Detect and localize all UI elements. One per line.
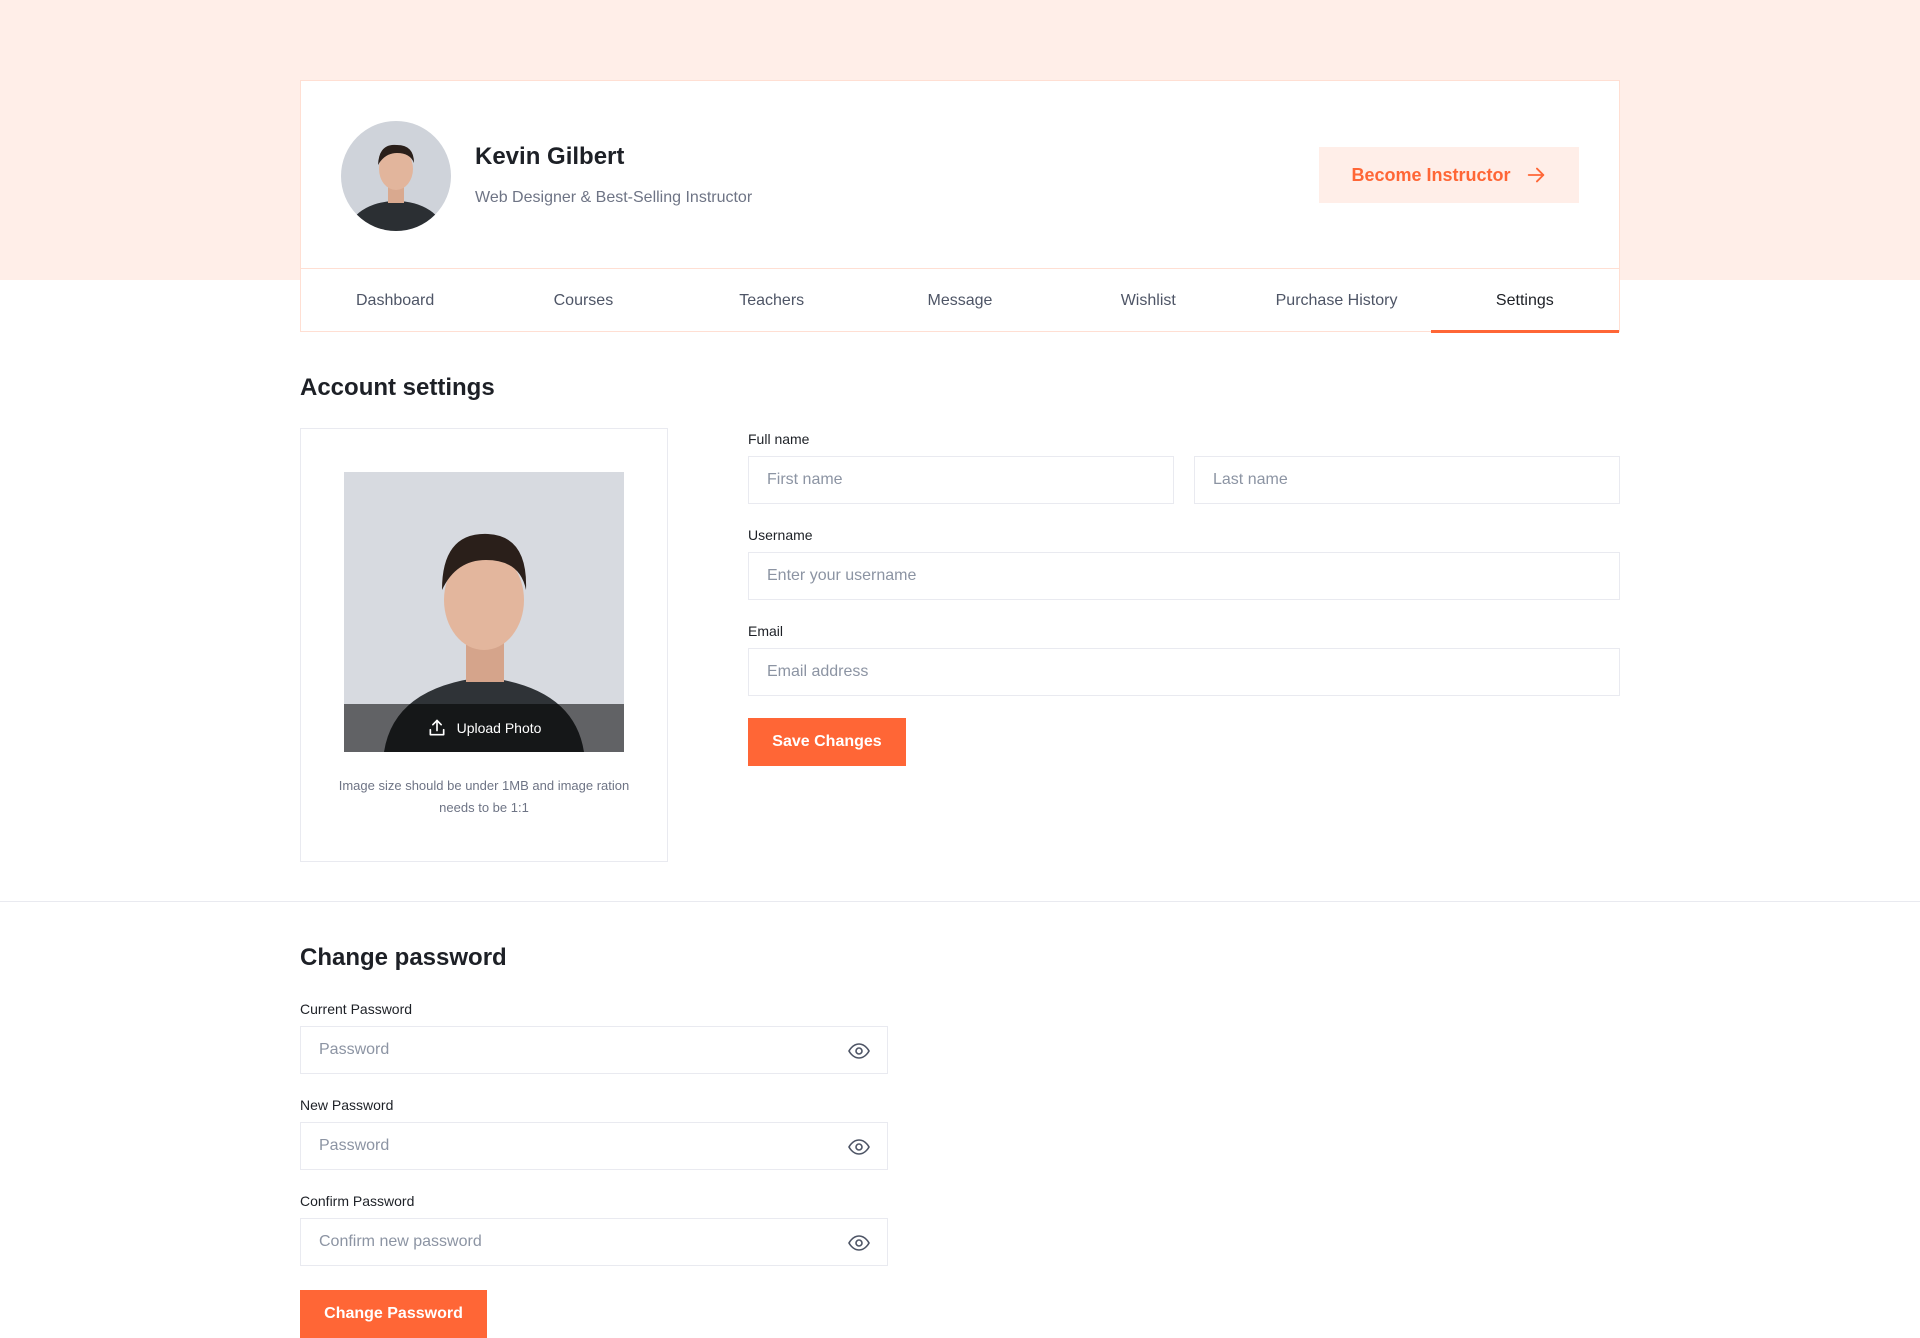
first-name-input[interactable] xyxy=(749,457,1173,503)
tab-settings[interactable]: Settings xyxy=(1430,269,1620,333)
tab-dashboard[interactable]: Dashboard xyxy=(301,269,489,332)
new-password-label: New Password xyxy=(300,1097,394,1113)
eye-icon[interactable] xyxy=(847,1231,871,1255)
first-name-field-wrapper xyxy=(748,456,1174,504)
tab-courses[interactable]: Courses xyxy=(489,269,677,332)
username-field-wrapper xyxy=(748,552,1620,600)
section-divider xyxy=(0,901,1920,902)
profile-tabs: Dashboard Courses Teachers Message Wishl… xyxy=(301,269,1620,333)
account-settings-title: Account settings xyxy=(300,374,495,401)
photo-card: Upload Photo Image size should be under … xyxy=(300,428,668,862)
eye-icon[interactable] xyxy=(847,1135,871,1159)
tab-message[interactable]: Message xyxy=(866,269,1054,332)
new-password-input[interactable] xyxy=(301,1123,887,1169)
tab-purchase-history[interactable]: Purchase History xyxy=(1242,269,1430,332)
full-name-label: Full name xyxy=(748,431,810,447)
profile-role: Web Designer & Best-Selling Instructor xyxy=(475,189,753,206)
email-field-wrapper xyxy=(748,648,1620,696)
new-password-field-wrapper xyxy=(300,1122,888,1170)
save-changes-button[interactable]: Save Changes xyxy=(748,718,906,766)
arrow-right-icon xyxy=(1525,164,1547,186)
profile-card: Kevin Gilbert Web Designer & Best-Sellin… xyxy=(300,80,1620,333)
confirm-password-field-wrapper xyxy=(300,1218,888,1266)
upload-photo-label: Upload Photo xyxy=(456,720,542,736)
last-name-input[interactable] xyxy=(1195,457,1619,503)
upload-photo-button[interactable]: Upload Photo xyxy=(344,704,624,752)
photo-note: Image size should be under 1MB and image… xyxy=(338,778,630,815)
change-password-title: Change password xyxy=(300,944,507,971)
tab-teachers[interactable]: Teachers xyxy=(678,269,866,332)
email-label: Email xyxy=(748,623,784,639)
avatar xyxy=(341,121,451,231)
profile-header: Kevin Gilbert Web Designer & Best-Sellin… xyxy=(301,81,1619,269)
username-label: Username xyxy=(748,527,813,543)
username-input[interactable] xyxy=(749,553,1619,599)
become-instructor-label: Become Instructor xyxy=(1351,164,1511,185)
confirm-password-input[interactable] xyxy=(301,1219,887,1265)
current-password-input[interactable] xyxy=(301,1027,887,1073)
profile-name: Kevin Gilbert xyxy=(475,143,625,170)
profile-photo: Upload Photo xyxy=(344,472,624,752)
email-input[interactable] xyxy=(749,649,1619,695)
upload-icon xyxy=(427,718,447,738)
change-password-button[interactable]: Change Password xyxy=(300,1290,487,1338)
become-instructor-button[interactable]: Become Instructor xyxy=(1319,147,1579,203)
eye-icon[interactable] xyxy=(847,1039,871,1063)
tab-wishlist[interactable]: Wishlist xyxy=(1054,269,1242,332)
current-password-label: Current Password xyxy=(300,1001,413,1017)
confirm-password-label: Confirm Password xyxy=(300,1193,415,1209)
current-password-field-wrapper xyxy=(300,1026,888,1074)
last-name-field-wrapper xyxy=(1194,456,1620,504)
